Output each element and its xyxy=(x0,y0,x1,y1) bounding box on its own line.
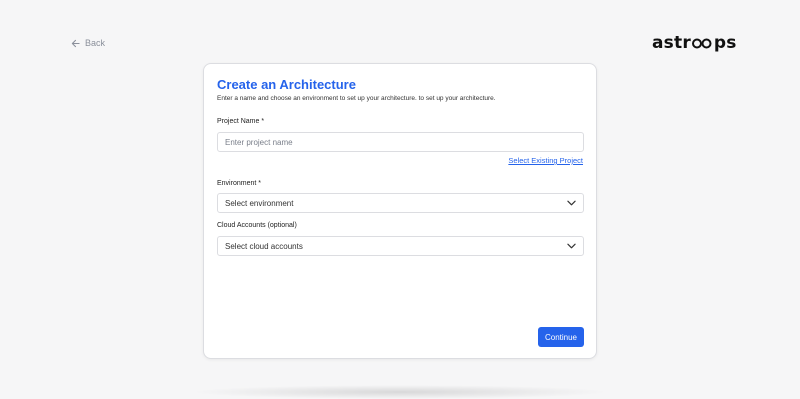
environment-select-value: Select environment xyxy=(225,198,294,208)
arrow-left-icon xyxy=(71,39,80,47)
environment-label-text: Environment xyxy=(217,180,257,187)
cloud-accounts-select[interactable]: Select cloud accounts xyxy=(217,236,584,256)
page-subtitle: Enter a name and choose an environment t… xyxy=(217,95,496,102)
logo-infinity-icon xyxy=(691,37,713,49)
project-name-field[interactable] xyxy=(217,132,584,152)
project-name-label-text: Project Name xyxy=(217,118,260,125)
back-link[interactable]: Back xyxy=(71,38,105,48)
continue-button[interactable]: Continue xyxy=(538,327,584,347)
chevron-down-icon xyxy=(567,243,576,249)
create-architecture-card: Create an Architecture Enter a name and … xyxy=(203,63,597,359)
cloud-accounts-select-value: Select cloud accounts xyxy=(225,241,303,251)
chevron-down-icon xyxy=(567,200,576,206)
page-title: Create an Architecture xyxy=(217,77,356,92)
bottom-shadow xyxy=(190,385,610,399)
required-mark: * xyxy=(258,180,262,187)
environment-select[interactable]: Select environment xyxy=(217,193,584,213)
logo-text-end: ps xyxy=(713,33,737,53)
cloud-accounts-label: Cloud Accounts (optional) xyxy=(217,222,297,229)
required-mark: * xyxy=(261,118,265,125)
project-name-label: Project Name * xyxy=(217,118,264,125)
astroops-logo: astr ps xyxy=(652,33,737,53)
environment-label: Environment * xyxy=(217,180,261,187)
logo-text-start: astr xyxy=(652,33,691,53)
project-name-input[interactable] xyxy=(225,137,576,147)
select-existing-project-link[interactable]: Select Existing Project xyxy=(508,156,583,165)
back-label: Back xyxy=(85,38,106,48)
